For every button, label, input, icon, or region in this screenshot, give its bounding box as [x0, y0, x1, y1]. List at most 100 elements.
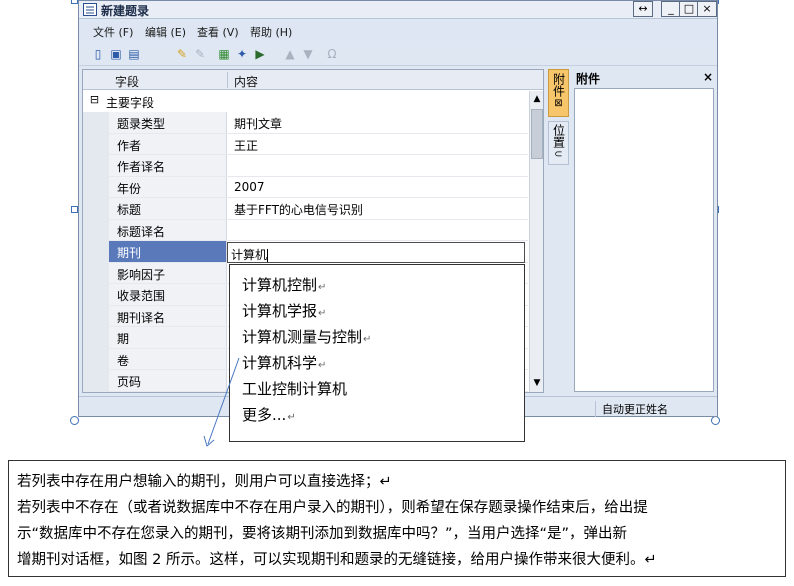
field-value[interactable]: 王正 [228, 134, 528, 155]
toolbar: ▯ ▣ ▤ ✎ ✎ ▦ ✦ ▶ ▲ ▼ Ω [79, 42, 717, 66]
field-label: 收录范围 [109, 284, 227, 305]
scroll-thumb[interactable] [531, 109, 543, 159]
menu-edit[interactable]: 编辑 (E) [145, 24, 186, 40]
minimize-button[interactable]: _ [661, 1, 681, 17]
close-button[interactable]: × [697, 1, 717, 17]
list-item[interactable]: 计算机学报↵ [242, 300, 326, 321]
resize-handle-top-left[interactable] [71, 0, 78, 4]
field-value[interactable]: 基于FFT的心电信号识别 [228, 198, 528, 219]
table-row[interactable]: 标题译名 [83, 219, 528, 241]
annotation-line: 增期刊对话框，如图 2 所示。这样，可以实现期刊和题录的无缝链接，给用户操作带来… [17, 552, 657, 568]
column-header-field[interactable]: 字段 [115, 73, 139, 90]
save-copy-icon[interactable]: ▤ [127, 47, 141, 61]
title-bar[interactable]: 新建题录 ↔ _ □ × [79, 1, 717, 19]
collapse-icon[interactable]: ⊟ [89, 94, 100, 105]
group-label: 主要字段 [106, 96, 155, 110]
pilcrow-icon: ↵ [287, 412, 296, 423]
column-divider [227, 72, 228, 88]
journal-input-text: 计算机 [231, 248, 268, 262]
field-value[interactable] [228, 220, 528, 241]
pilcrow-icon: ↵ [363, 334, 372, 345]
pilcrow-icon: ↵ [318, 308, 327, 319]
option-label: 更多... [242, 406, 287, 424]
disabled-clear-icon: ✎ [194, 47, 206, 61]
annotation-box: 若列表中存在用户想输入的期刊，则用户可以直接选择；↵ 若列表中不存在（或者说数据… [8, 460, 786, 577]
pin-icon[interactable]: ✦ [235, 47, 249, 61]
field-value[interactable] [228, 155, 528, 176]
resize-handle-bottom-left[interactable] [70, 416, 79, 425]
annotation-line: 示“数据库中不存在您录入的期刊，要将该期刊添加到数据库中吗？”，当用户选择“是”… [17, 526, 628, 542]
pilcrow-icon: ↵ [318, 360, 327, 371]
table-row[interactable]: 标题 基于FFT的心电信号识别 [83, 198, 528, 220]
attachment-tab-icon: ⊠ [554, 98, 563, 109]
field-label: 期刊译名 [109, 305, 227, 326]
list-item[interactable]: 工业控制计算机 [242, 378, 347, 399]
status-text: 自动更正姓名 [595, 401, 668, 417]
attachment-list[interactable] [574, 88, 714, 392]
clear-icon[interactable]: ✎ [175, 47, 189, 61]
field-label: 作者 [109, 133, 227, 154]
scroll-down-icon[interactable]: ▼ [530, 375, 543, 391]
option-label: 工业控制计算机 [242, 380, 348, 398]
export-icon[interactable]: ▶ [253, 47, 267, 61]
field-value[interactable]: 期刊文章 [228, 112, 528, 133]
tab-attachment[interactable]: 附件 ⊠ [548, 69, 569, 117]
up-icon: ▲ [285, 47, 295, 61]
field-label: 标题 [109, 198, 227, 219]
attachment-panel-title: 附件 [576, 72, 601, 86]
option-label: 计算机控制 [242, 276, 318, 294]
resize-handle-left[interactable] [71, 206, 78, 213]
new-icon[interactable]: ▯ [91, 47, 105, 61]
list-item[interactable]: 计算机测量与控制↵ [242, 326, 371, 347]
tab-attachment-label: 附件 [551, 73, 566, 97]
field-label: 标题译名 [109, 219, 227, 240]
journal-input[interactable]: 计算机 [227, 242, 525, 263]
field-label: 影响因子 [109, 262, 227, 283]
annotation-line: 若列表中不存在（或者说数据库中不存在用户录入的期刊），则希望在保存题录操作结束后… [17, 500, 648, 516]
annotation-line: 若列表中存在用户想输入的期刊，则用户可以直接选择；↵ [17, 474, 392, 490]
scroll-up-icon[interactable]: ▲ [530, 91, 543, 107]
down-icon: ▼ [303, 47, 313, 61]
window-app-icon [83, 3, 97, 16]
menu-file[interactable]: 文件 (F) [93, 24, 133, 40]
location-tab-icon: ⊂ [554, 149, 563, 160]
side-tab-strip: 附件 ⊠ 位置 ⊂ [547, 69, 571, 393]
list-item-more[interactable]: 更多...↵ [242, 404, 296, 425]
resize-handle-bottom-right[interactable] [711, 416, 720, 425]
menu-help[interactable]: 帮助 (H) [250, 24, 292, 40]
table-row[interactable]: 题录类型 期刊文章 [83, 112, 528, 134]
pilcrow-icon: ↵ [318, 282, 327, 293]
close-icon[interactable]: × [703, 70, 713, 84]
field-label: 作者译名 [109, 155, 227, 176]
journal-autocomplete-list: 计算机控制↵ 计算机学报↵ 计算机测量与控制↵ 计算机科学↵ 工业控制计算机 更… [229, 264, 525, 442]
grid-icon[interactable]: ▦ [217, 47, 231, 61]
grid-header: 字段 内容 [83, 70, 543, 90]
vertical-scrollbar[interactable]: ▲ ▼ [529, 91, 543, 392]
field-label: 题录类型 [109, 112, 227, 133]
option-label: 计算机测量与控制 [242, 328, 363, 346]
text-cursor [267, 249, 269, 262]
callout-arrow [203, 357, 240, 447]
table-row[interactable]: 年份 2007 [83, 176, 528, 198]
list-item[interactable]: 计算机控制↵ [242, 274, 326, 295]
table-row[interactable]: 作者 王正 [83, 133, 528, 155]
option-label: 计算机学报 [242, 302, 318, 320]
field-label: 期刊 [109, 241, 227, 262]
window-title: 新建题录 [101, 4, 150, 18]
list-item[interactable]: 计算机科学↵ [242, 352, 326, 373]
menu-bar: 文件 (F) 编辑 (E) 查看 (V) 帮助 (H) [79, 21, 717, 41]
group-row-main-fields[interactable]: ⊟ 主要字段 [83, 91, 528, 111]
field-value[interactable]: 2007 [228, 177, 528, 198]
field-label: 期 [109, 327, 227, 348]
save-icon[interactable]: ▣ [109, 47, 123, 61]
menu-view[interactable]: 查看 (V) [197, 24, 239, 40]
attachment-panel: 附件 × [572, 69, 717, 393]
tab-location-label: 位置 [551, 124, 566, 148]
column-header-content[interactable]: 内容 [234, 73, 258, 90]
tab-location[interactable]: 位置 ⊂ [548, 121, 569, 165]
move-button[interactable]: ↔ [633, 1, 653, 17]
maximize-button[interactable]: □ [679, 1, 699, 17]
field-label: 年份 [109, 176, 227, 197]
omega-icon: Ω [327, 47, 337, 61]
table-row[interactable]: 作者译名 [83, 155, 528, 177]
